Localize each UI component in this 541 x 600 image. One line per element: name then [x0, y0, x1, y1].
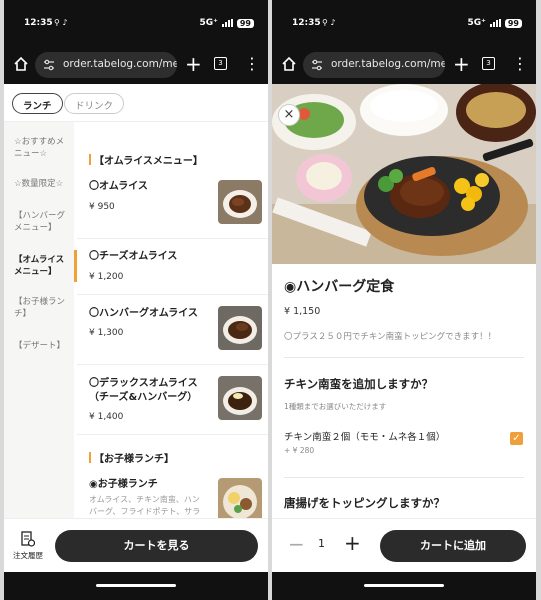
right-screen: 12:35 ⚲ ♪ 5G⁺ 99 order.tabelog.com/menu … [272, 0, 536, 600]
browser-toolbar: order.tabelog.com/menu + 3 ⋮ [272, 46, 536, 84]
kids-lunch-thumbnail [218, 478, 262, 518]
category-tabs: ランチ ドリンク [4, 84, 268, 122]
new-tab-icon[interactable]: + [185, 52, 202, 76]
option-group-hint: 1種類までお選びいただけます [284, 402, 387, 411]
home-icon[interactable] [13, 56, 29, 72]
notification-icons: ⚲ ♪ [54, 18, 68, 27]
home-gesture-handle[interactable] [96, 584, 176, 587]
status-bar: 12:35 ⚲ ♪ 5G⁺ 99 [4, 0, 268, 46]
menu-item-price: ¥ 1,200 [89, 272, 124, 282]
section-title-kids: 【お子様ランチ】 [89, 450, 174, 465]
dish-note: 〇プラス２５０円でチキン南蛮トッピングできます！！ [284, 332, 497, 342]
option-group-title: 唐揚げをトッピングしますか？ [284, 496, 445, 510]
receipt-icon [21, 531, 35, 547]
hamburg-omurice-thumbnail [218, 306, 262, 350]
network-label: 5G⁺ [467, 18, 486, 28]
menu-list: 【オムライスメニュー】 〇オムライス ¥ 950 〇チーズオムライス ¥ 1,2… [77, 122, 268, 518]
option-price: + ¥ 280 [284, 446, 315, 455]
menu-item-description: オムライス、チキン南蛮、ハンバーグ、フライドポテト、サラダ、 [89, 495, 201, 516]
close-icon[interactable]: × [278, 104, 300, 126]
menu-item-name: 〇オムライス [89, 181, 148, 192]
home-icon[interactable] [281, 56, 297, 72]
tab-switcher-button[interactable]: 3 [214, 57, 227, 70]
category-sidebar: ☆おすすめメニュー☆ ☆数量限定☆ 【ハンバーグメニュー】 【オムライスメニュー… [4, 122, 74, 518]
option-group-title: チキン南蛮を追加しますか？ [284, 377, 434, 391]
tab-switcher-button[interactable]: 3 [482, 57, 495, 70]
sidebar-item-recommended[interactable]: ☆おすすめメニュー☆ [14, 136, 70, 160]
left-screen: 12:35 ⚲ ♪ 5G⁺ 99 order.tabelog.com/menu … [4, 0, 268, 600]
dish-title: ◉ハンバーグ定食 [284, 279, 395, 295]
more-menu-icon[interactable]: ⋮ [244, 52, 260, 76]
dish-photo [272, 84, 536, 264]
quantity-value: 1 [318, 537, 325, 550]
signal-icon [489, 19, 501, 27]
url-bar[interactable]: order.tabelog.com/menu [303, 52, 445, 78]
notification-icons: ⚲ ♪ [322, 18, 336, 27]
menu-item-price: ¥ 950 [89, 202, 115, 212]
quantity-decrease-button[interactable]: − [288, 532, 305, 556]
menu-item-name: 〇デラックスオムライス（チーズ&ハンバーグ） [89, 378, 198, 403]
menu-item-price: ¥ 1,300 [89, 328, 124, 338]
menu-item-name: 〇ハンバーグオムライス [89, 308, 198, 319]
bottom-action-bar: − 1 + カートに追加 [272, 518, 536, 572]
status-time: 12:35 [24, 18, 53, 28]
view-cart-button[interactable]: カートを見る [55, 530, 258, 562]
site-settings-icon[interactable] [43, 59, 55, 71]
battery-icon: 99 [236, 18, 254, 28]
sidebar-item-omurice[interactable]: 【オムライスメニュー】 [14, 254, 70, 278]
option-checkbox[interactable]: ✓ [510, 432, 523, 445]
menu-item-name: ◉お子様ランチ [89, 479, 158, 490]
omurice-thumbnail [218, 180, 262, 224]
tab-drink[interactable]: ドリンク [64, 93, 125, 114]
quantity-increase-button[interactable]: + [344, 531, 361, 555]
order-history-label: 注文履歴 [13, 551, 43, 560]
more-menu-icon[interactable]: ⋮ [512, 52, 528, 76]
site-settings-icon[interactable] [311, 59, 323, 71]
menu-item-price: ¥ 1,400 [89, 412, 124, 422]
tab-lunch[interactable]: ランチ [12, 93, 63, 114]
order-history-button[interactable]: 注文履歴 [10, 531, 46, 561]
sidebar-item-dessert[interactable]: 【デザート】 [14, 340, 70, 352]
home-gesture-handle[interactable] [364, 584, 444, 587]
sidebar-item-kids[interactable]: 【お子様ランチ】 [14, 296, 70, 320]
dish-price: ¥ 1,150 [284, 306, 321, 317]
section-title-omurice: 【オムライスメニュー】 [89, 152, 203, 167]
signal-icon [221, 19, 233, 27]
system-nav-bar [4, 572, 268, 600]
sidebar-item-limited[interactable]: ☆数量限定☆ [14, 178, 70, 190]
new-tab-icon[interactable]: + [453, 52, 470, 76]
deluxe-omurice-thumbnail [218, 376, 262, 420]
status-bar: 12:35 ⚲ ♪ 5G⁺ 99 [272, 0, 536, 46]
system-nav-bar [272, 572, 536, 600]
option-label: チキン南蛮２個（モモ・ムネ各１個） [284, 432, 446, 443]
browser-toolbar: order.tabelog.com/menu + 3 ⋮ [4, 46, 268, 84]
status-time: 12:35 [292, 18, 321, 28]
url-text: order.tabelog.com/menu [63, 58, 177, 70]
menu-item-name: 〇チーズオムライス [89, 251, 178, 262]
sidebar-item-hamburg[interactable]: 【ハンバーグメニュー】 [14, 210, 70, 234]
battery-icon: 99 [504, 18, 522, 28]
network-label: 5G⁺ [199, 18, 218, 28]
bottom-action-bar: 注文履歴 カートを見る [4, 518, 268, 572]
url-bar[interactable]: order.tabelog.com/menu [35, 52, 177, 78]
add-to-cart-button[interactable]: カートに追加 [380, 530, 526, 562]
url-text: order.tabelog.com/menu [331, 58, 445, 70]
